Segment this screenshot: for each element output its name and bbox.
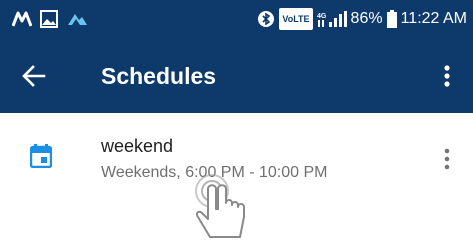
gallery-icon — [40, 10, 58, 28]
status-bar: VoLTE 4G 86% 11:22 AM — [0, 0, 473, 38]
battery-percent: 86% — [350, 10, 383, 27]
volte-badge: VoLTE — [279, 8, 313, 30]
more-options-icon[interactable] — [435, 60, 459, 92]
m-app-icon — [12, 11, 32, 27]
back-arrow-icon[interactable] — [18, 60, 50, 92]
app-bar: Schedules — [0, 38, 473, 113]
schedule-name: weekend — [101, 136, 174, 156]
airtel-icon — [68, 14, 87, 25]
network-signal-icon: 4G — [317, 11, 347, 27]
bluetooth-icon — [258, 11, 275, 27]
tap-gesture-icon — [195, 174, 245, 238]
svg-text:4G: 4G — [317, 13, 327, 20]
system-status: VoLTE 4G 86% 11:22 AM — [257, 8, 467, 30]
page-title: Schedules — [101, 63, 217, 89]
item-more-options-icon[interactable] — [435, 146, 459, 172]
battery-icon — [386, 10, 397, 28]
calendar-icon — [30, 144, 52, 168]
clock: 11:22 AM — [400, 10, 467, 27]
notification-icons — [12, 9, 88, 29]
